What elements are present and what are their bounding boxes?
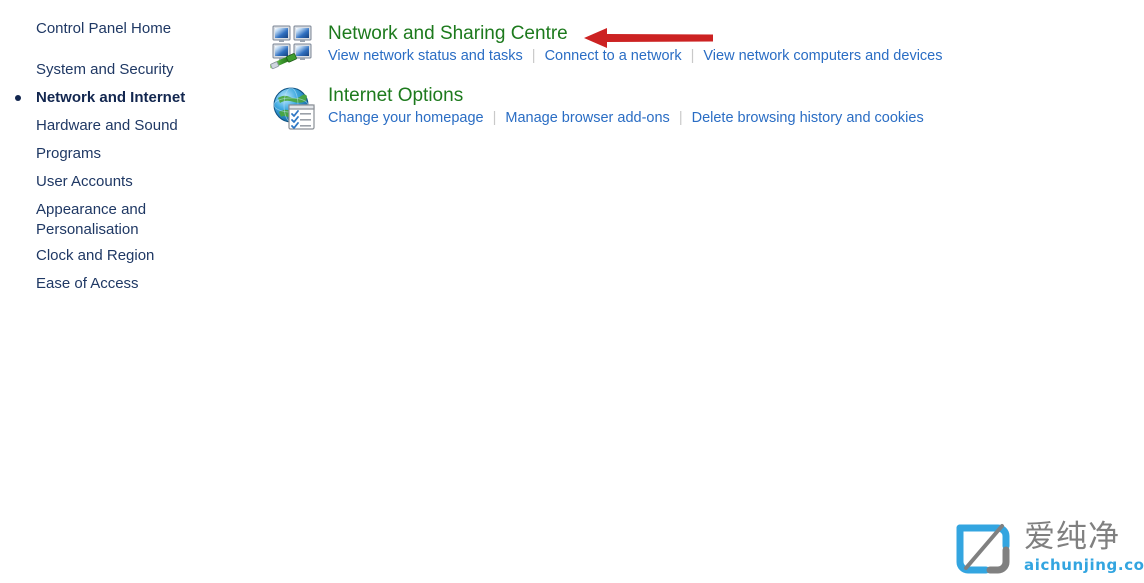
internet-options-icon (270, 84, 318, 132)
link-change-your-homepage[interactable]: Change your homepage (328, 110, 484, 126)
link-manage-browser-add-ons[interactable]: Manage browser add-ons (505, 110, 669, 126)
category-title-network-and-sharing-centre[interactable]: Network and Sharing Centre (328, 22, 942, 46)
category-task-links: Change your homepage | Manage browser add-… (328, 109, 924, 128)
category-task-links: View network status and tasks | Connect to… (328, 47, 942, 66)
sidebar-item-ease-of-access[interactable]: Ease of Access (36, 274, 139, 294)
sidebar-item-clock-and-region[interactable]: Clock and Region (36, 246, 154, 266)
sidebar-item-programs[interactable]: Programs (36, 144, 101, 164)
link-delete-browsing-history-and-cookies[interactable]: Delete browsing history and cookies (692, 110, 924, 126)
link-separator: | (678, 110, 683, 126)
link-connect-to-a-network[interactable]: Connect to a network (545, 48, 682, 64)
link-separator: | (690, 48, 695, 64)
category-title-internet-options[interactable]: Internet Options (328, 84, 924, 108)
category-body: Network and Sharing Centre View network … (328, 22, 942, 66)
sidebar-item-hardware-and-sound[interactable]: Hardware and Sound (36, 116, 178, 136)
sidebar-item-appearance-and-personalisation[interactable]: Appearance and Personalisation (36, 200, 166, 240)
network-sharing-icon (269, 22, 318, 70)
sidebar-item-system-and-security[interactable]: System and Security (36, 60, 174, 80)
category-body: Internet Options Change your homepage | Ma… (328, 84, 924, 128)
link-separator: | (531, 48, 536, 64)
main-content: Network and Sharing Centre View network … (269, 0, 1144, 580)
watermark-domain: aichunjing.com (1024, 556, 1144, 574)
watermark-text: 爱纯净 aichunjing.com (1024, 518, 1144, 578)
sidebar-item-network-and-internet[interactable]: Network and Internet (36, 88, 185, 108)
sidebar-item-user-accounts[interactable]: User Accounts (36, 172, 133, 192)
sidebar-item-control-panel-home[interactable]: Control Panel Home (36, 19, 171, 39)
link-separator: | (492, 110, 497, 126)
watermark: 爱纯净 aichunjing.com (950, 518, 1144, 580)
link-view-network-status-and-tasks[interactable]: View network status and tasks (328, 48, 523, 64)
active-item-bullet-icon (15, 95, 21, 101)
sidebar-navigation: Control Panel Home System and Security N… (0, 0, 250, 580)
watermark-brand-cn: 爱纯净 (1024, 519, 1120, 555)
link-view-network-computers-and-devices[interactable]: View network computers and devices (703, 48, 942, 64)
aichunjing-logo-icon (950, 520, 1016, 578)
